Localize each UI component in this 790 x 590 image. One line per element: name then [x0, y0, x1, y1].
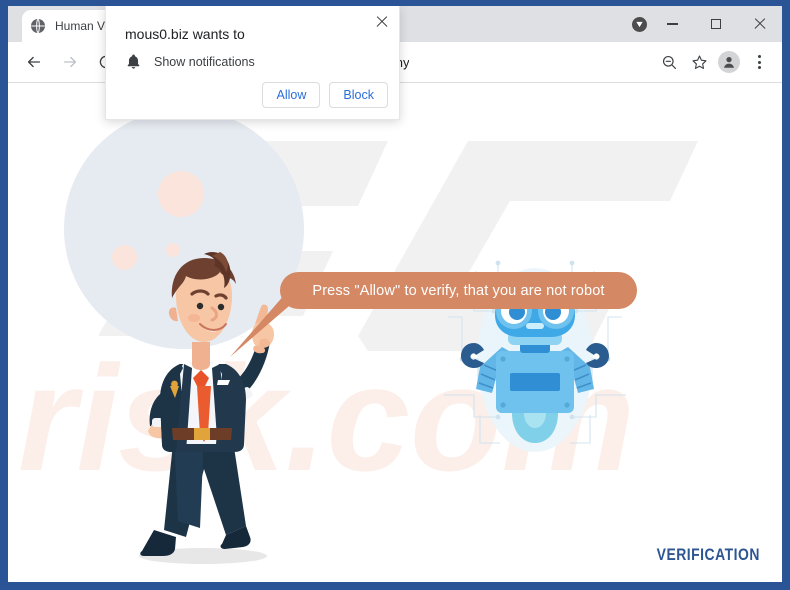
permission-label: Show notifications: [154, 54, 255, 69]
speech-bubble: Press "Allow" to verify, that you are no…: [280, 272, 637, 309]
maximize-button[interactable]: [694, 6, 738, 42]
dialog-close-icon[interactable]: [373, 13, 391, 31]
toolbar-right-icons: [654, 47, 782, 77]
extension-badge-icon[interactable]: [632, 17, 647, 32]
browser-menu-button[interactable]: [744, 47, 774, 77]
dialog-actions: Allow Block: [262, 82, 388, 108]
globe-icon: [31, 18, 45, 34]
forward-arrow-icon: [63, 56, 77, 68]
star-icon: [691, 54, 707, 69]
zoom-button[interactable]: [654, 47, 684, 77]
minimize-icon: [666, 23, 678, 25]
bell-icon: [127, 54, 140, 69]
forward-button[interactable]: [56, 48, 84, 76]
maximize-icon: [711, 19, 721, 29]
allow-button[interactable]: Allow: [262, 82, 321, 108]
kebab-menu-icon: [749, 52, 769, 72]
decorative-dot: [158, 171, 204, 217]
window-close-button[interactable]: [738, 6, 782, 42]
page-viewport: risk.com Press "Allow" to verify, that y…: [8, 83, 782, 582]
verification-caption: VERIFICATION: [656, 545, 760, 564]
permission-row: Show notifications: [125, 53, 255, 70]
block-button[interactable]: Block: [329, 82, 388, 108]
notification-permission-dialog: mous0.biz wants to Show notifications Al…: [105, 6, 400, 120]
dialog-title: mous0.biz wants to: [125, 26, 245, 42]
back-arrow-icon: [27, 56, 41, 68]
bookmark-button[interactable]: [684, 47, 714, 77]
browser-window: Human Verification: [0, 0, 790, 590]
back-button[interactable]: [20, 48, 48, 76]
search-minus-icon: [662, 55, 676, 69]
window-controls: [650, 6, 782, 42]
close-icon: [753, 17, 767, 31]
person-avatar-icon: [718, 51, 740, 73]
profile-button[interactable]: [714, 47, 744, 77]
minimize-button[interactable]: [650, 6, 694, 42]
speech-bubble-text: Press "Allow" to verify, that you are no…: [312, 282, 605, 299]
browser-window-inner: Human Verification: [8, 6, 782, 582]
